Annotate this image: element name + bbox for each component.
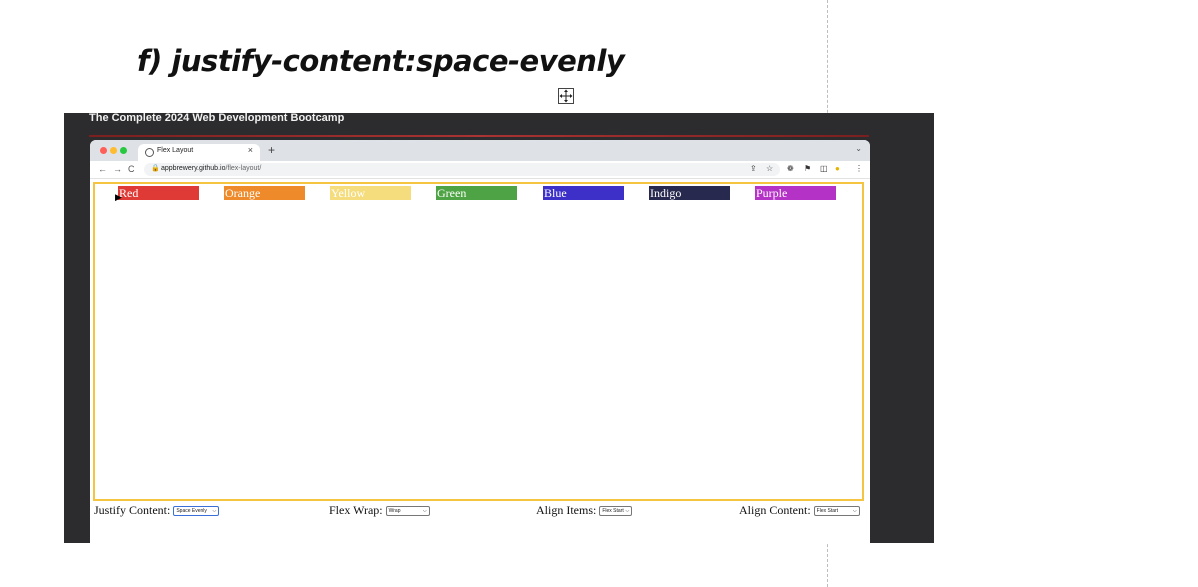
move-handle-icon[interactable] xyxy=(558,88,574,104)
flex-item-blue: Blue xyxy=(543,186,624,200)
tab-close-icon[interactable]: × xyxy=(248,145,253,155)
flex-item-purple: Purple xyxy=(755,186,836,200)
align-content-select[interactable]: Flex Start ⌵ xyxy=(813,506,860,517)
forward-button[interactable]: → xyxy=(113,163,122,175)
chevron-down-icon: ⌵ xyxy=(852,508,857,515)
new-tab-button[interactable]: + xyxy=(268,143,275,157)
puzzle-icon[interactable]: ⚑ xyxy=(804,164,811,174)
flex-item-orange: Orange xyxy=(224,186,305,200)
flex-item-indigo: Indigo xyxy=(649,186,730,200)
justify-content-label: Justify Content: xyxy=(94,503,171,517)
close-window-icon[interactable] xyxy=(100,147,107,154)
flex-wrap-control: Flex Wrap: Wrap ⌵ xyxy=(329,503,430,518)
justify-content-select[interactable]: Space Evenly ⌵ xyxy=(173,506,220,517)
sidebar-icon[interactable]: ◫ xyxy=(820,164,828,174)
align-items-control: Align Items: Flex Start ⌵ xyxy=(536,503,633,518)
tab-search-icon[interactable]: ⌄ xyxy=(855,144,862,153)
flex-container: Red Orange Yellow Green Blue Indigo Purp… xyxy=(93,182,864,501)
lock-icon: 🔒 xyxy=(151,165,160,172)
justify-content-control: Justify Content: Space Evenly ⌵ xyxy=(94,503,220,518)
share-icon[interactable]: ⇪ xyxy=(750,164,757,174)
maximize-window-icon[interactable] xyxy=(120,147,127,154)
more-icon[interactable]: ⋮ xyxy=(855,164,863,174)
favicon-icon xyxy=(145,148,154,157)
video-frame: The Complete 2024 Web Development Bootca… xyxy=(64,112,934,543)
chevron-down-icon: ⌵ xyxy=(212,508,217,515)
tab-bar: Flex Layout × + ⌄ xyxy=(90,140,870,161)
chevron-down-icon: ⌵ xyxy=(422,508,427,515)
minimize-window-icon[interactable] xyxy=(110,147,117,154)
tab-flex-layout[interactable]: Flex Layout × xyxy=(138,144,260,161)
video-title: The Complete 2024 Web Development Bootca… xyxy=(89,112,345,124)
back-button[interactable]: ← xyxy=(98,163,107,175)
flex-item-green: Green xyxy=(436,186,517,200)
align-content-label: Align Content: xyxy=(739,503,811,517)
profile-icon[interactable]: ● xyxy=(835,164,840,174)
flex-item-red: Red xyxy=(118,186,199,200)
align-content-control: Align Content: Flex Start ⌵ xyxy=(739,503,860,518)
browser-window: Flex Layout × + ⌄ ← → C 🔒 appbrewery.git… xyxy=(90,140,870,543)
mouse-cursor-icon: ▶ xyxy=(115,192,122,202)
flex-wrap-select[interactable]: Wrap ⌵ xyxy=(385,506,430,517)
document-heading: f) justify-content:space-evenly xyxy=(137,44,625,78)
flex-wrap-label: Flex Wrap: xyxy=(329,503,383,517)
chevron-down-icon: ⌵ xyxy=(625,508,630,515)
browser-toolbar: ← → C 🔒 appbrewery.github.io/flex-layout… xyxy=(90,161,870,179)
star-icon[interactable]: ☆ xyxy=(766,164,773,174)
reload-button[interactable]: C xyxy=(128,163,135,175)
address-bar[interactable]: 🔒 appbrewery.github.io/flex-layout/ xyxy=(144,163,780,176)
tab-title: Flex Layout xyxy=(157,147,194,154)
flex-item-yellow: Yellow xyxy=(330,186,411,200)
align-items-select[interactable]: Flex Start ⌵ xyxy=(599,506,633,517)
url-text: appbrewery.github.io/flex-layout/ xyxy=(161,165,262,172)
extension-icon[interactable]: ❁ xyxy=(787,164,794,174)
video-divider xyxy=(89,135,869,137)
align-items-label: Align Items: xyxy=(536,503,597,517)
